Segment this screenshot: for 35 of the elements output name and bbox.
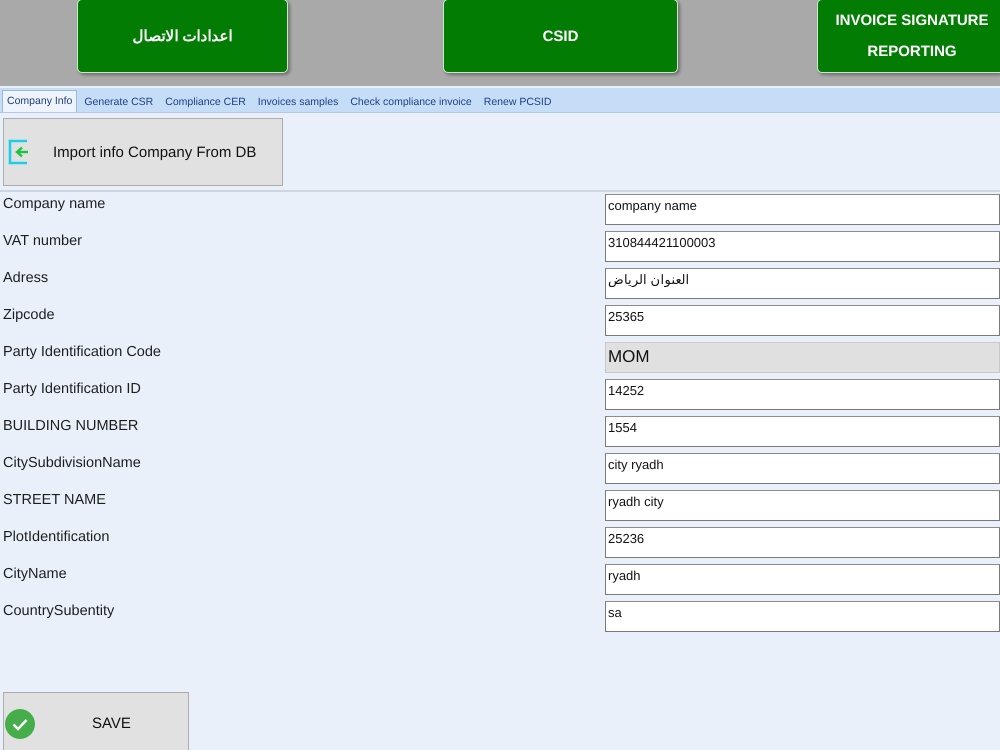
save-button[interactable]: SAVE [3,692,189,750]
check-icon [5,708,35,738]
tab[interactable]: Compliance CER [160,92,251,112]
field-label: CityName [2,566,68,582]
tab[interactable]: Check compliance invoice [345,92,477,112]
input-field[interactable]: city ryadh [605,453,1000,484]
input-field[interactable]: ryadh city [605,490,1000,521]
field-label: CitySubdivisionName [2,455,142,471]
field-label: Party Identification ID [2,381,142,397]
input-field[interactable]: company name [605,194,1000,225]
field-label: STREET NAME [2,492,107,508]
field-label: BUILDING NUMBER [2,418,140,434]
tab[interactable]: Company Info [2,90,78,112]
input-field[interactable]: ryadh [605,564,1000,595]
nav-button[interactable]: اعدادات الاتصال [77,0,288,73]
field-label: Company name [2,196,106,212]
input-field[interactable]: 25236 [605,527,1000,558]
tab[interactable]: Renew PCSID [478,92,556,112]
input-field[interactable]: sa [605,601,1000,632]
field-label: CountrySubentity [2,603,116,619]
nav-button[interactable]: INVOICE SIGNATURE REPORTING [817,0,1000,73]
input-field[interactable]: العنوان الرياض [605,268,1000,299]
input-field[interactable]: 1554 [605,416,1000,447]
input-field[interactable]: 14252 [605,379,1000,410]
input-field[interactable]: 25365 [605,305,1000,336]
nav-button[interactable]: CSID [443,0,678,73]
import-button[interactable]: Import info Company From DB [3,118,283,186]
field-label: Adress [2,270,50,286]
field-label: Party Identification Code [2,344,162,360]
input-field[interactable]: 310844421100003 [605,231,1000,262]
tab[interactable]: Generate CSR [79,92,158,112]
field-label: VAT number [2,233,83,249]
field-label: Zipcode [2,307,56,323]
tab[interactable]: Invoices samples [252,92,344,112]
field-label: PlotIdentification [2,529,110,545]
